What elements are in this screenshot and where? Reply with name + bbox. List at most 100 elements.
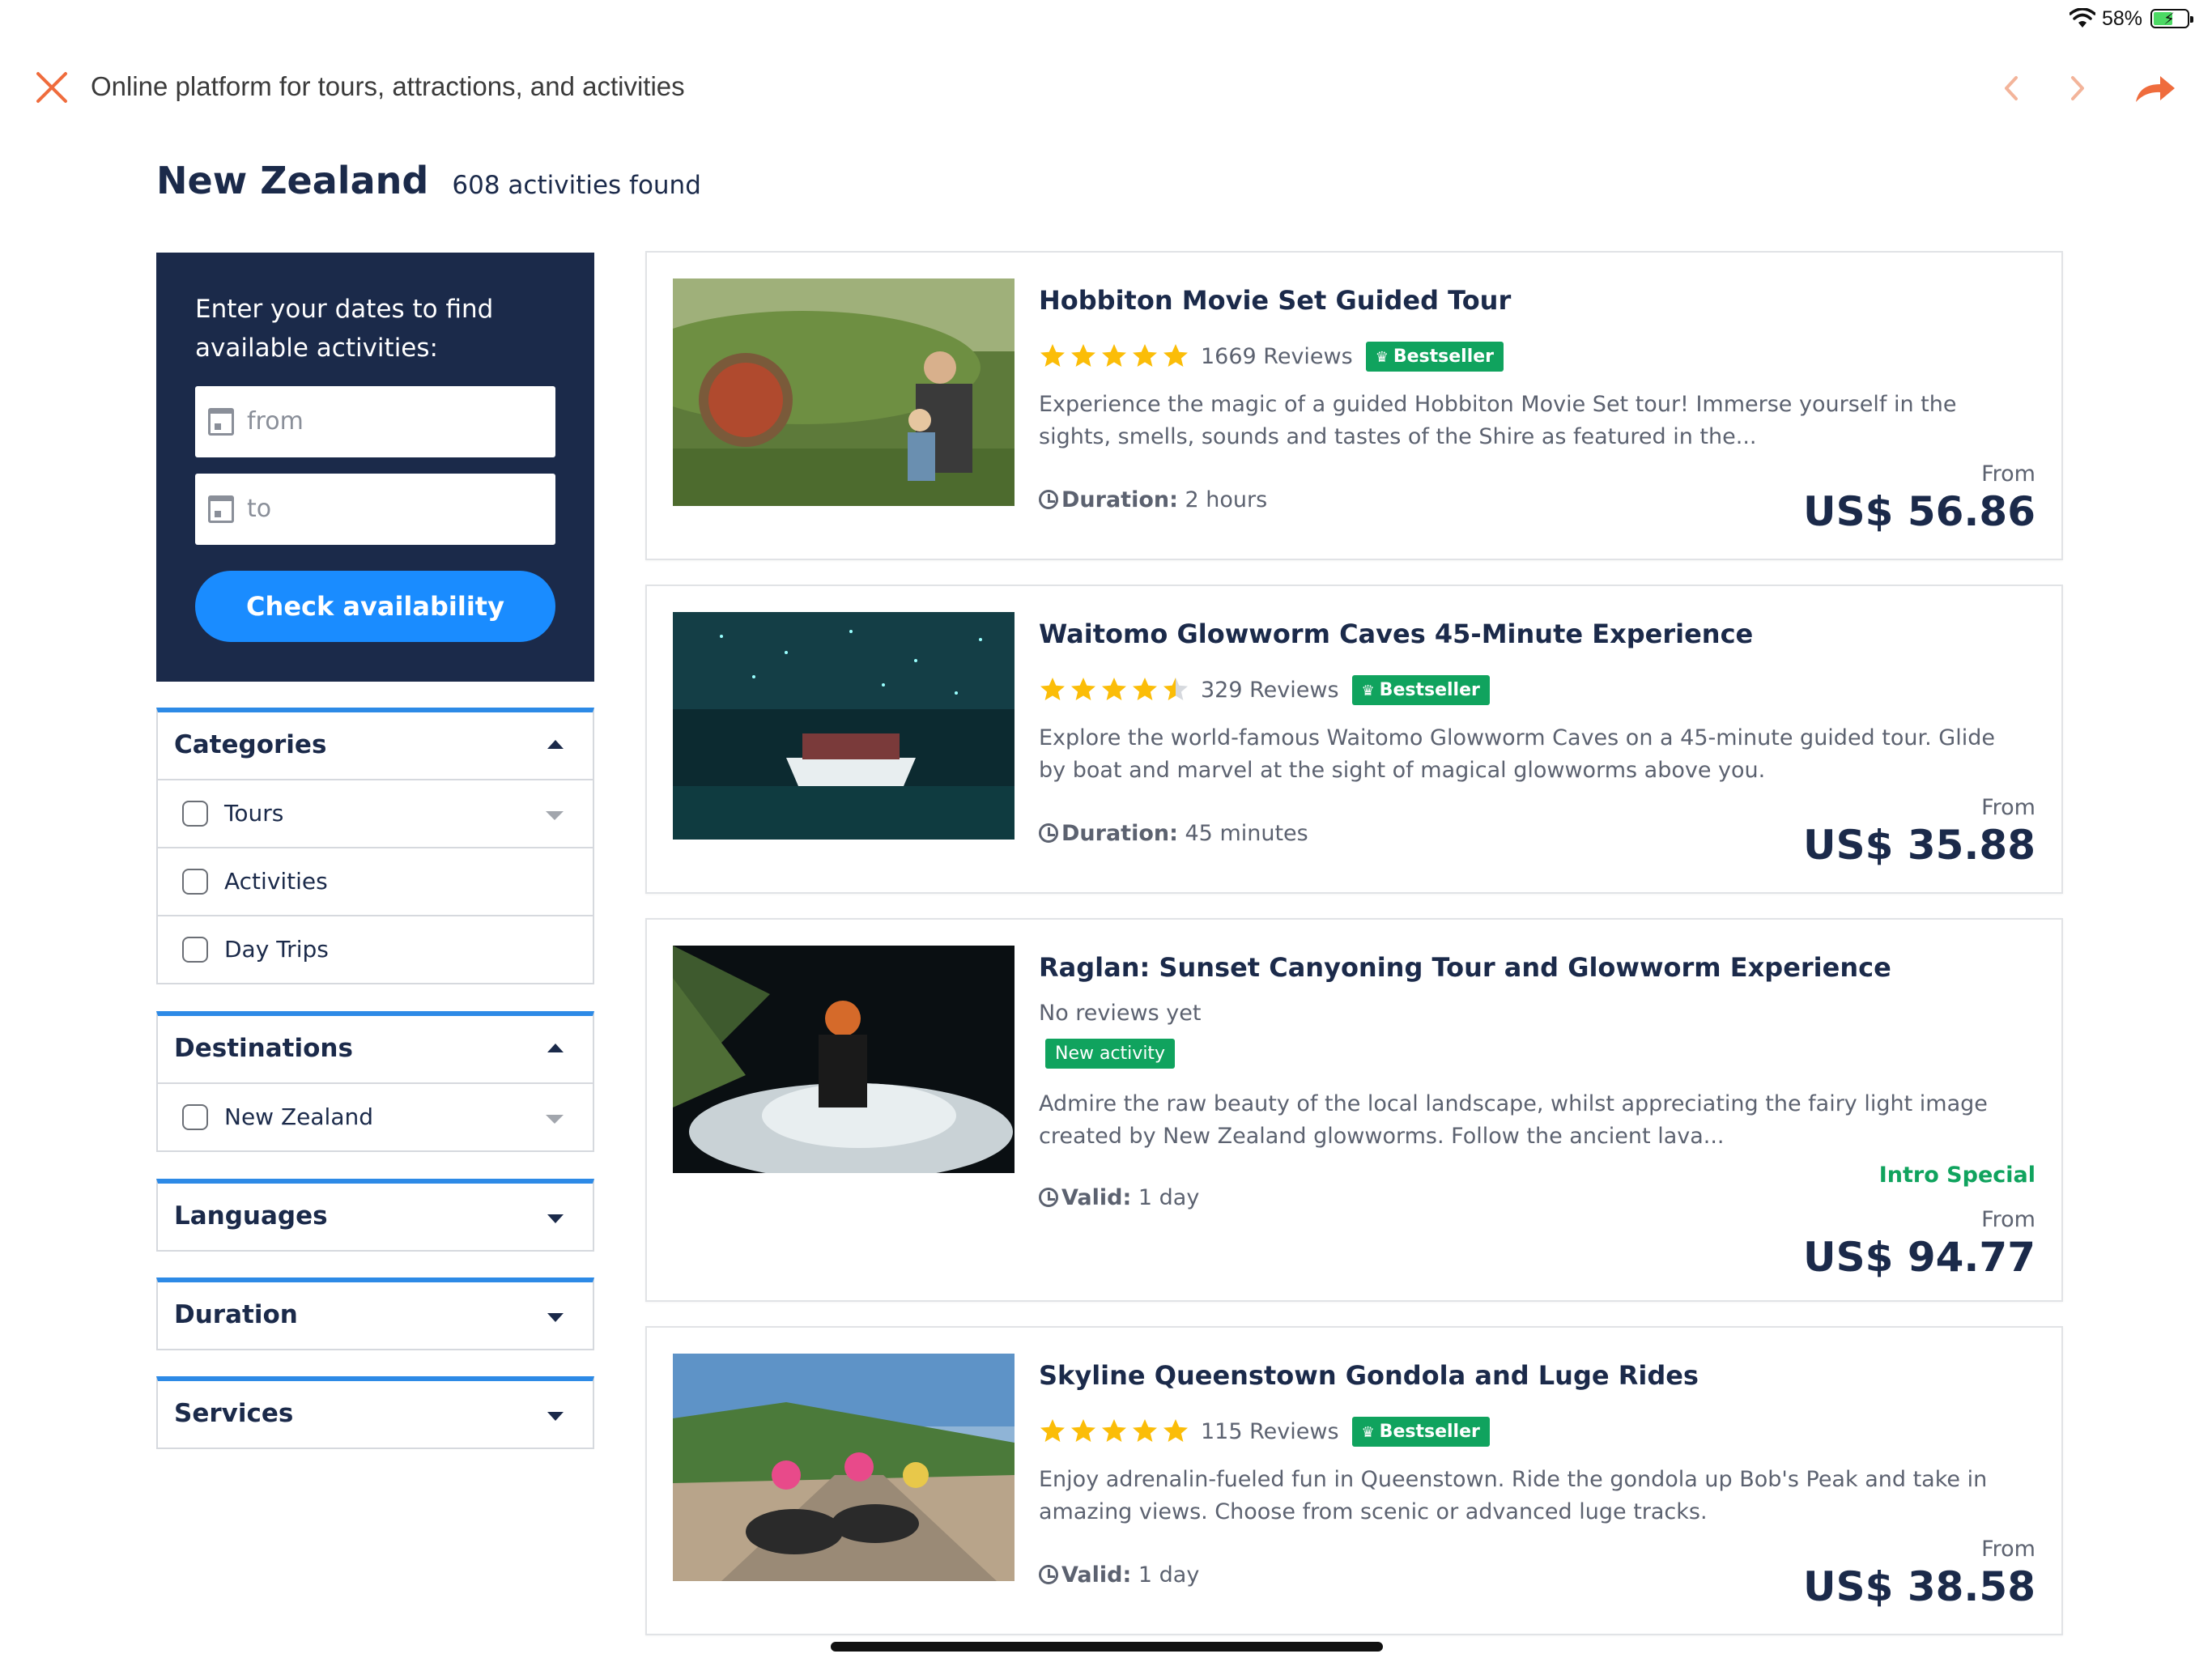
star-rating bbox=[1039, 1418, 1189, 1445]
activity-image-canyoning bbox=[673, 946, 1015, 1173]
review-count: 329 Reviews bbox=[1201, 677, 1339, 703]
from-date-field[interactable]: from bbox=[195, 386, 555, 457]
star-icon bbox=[1102, 1419, 1126, 1442]
filter-languages-header[interactable]: Languages bbox=[158, 1184, 593, 1250]
checkbox[interactable] bbox=[182, 1104, 208, 1130]
filter-option-label: Activities bbox=[224, 868, 328, 895]
star-rating bbox=[1039, 342, 1189, 370]
star-icon bbox=[1133, 1419, 1157, 1442]
filter-option-label: Day Trips bbox=[224, 936, 329, 963]
filter-services-header[interactable]: Services bbox=[158, 1381, 593, 1448]
filter-title: Duration bbox=[174, 1300, 298, 1329]
price: US$ 35.88 bbox=[1803, 822, 2035, 869]
activity-title[interactable]: Raglan: Sunset Canyoning Tour and Glowwo… bbox=[1039, 952, 2035, 983]
activity-image-glowworm-caves bbox=[673, 612, 1015, 840]
star-icon bbox=[1071, 344, 1095, 367]
star-icon bbox=[1040, 344, 1065, 367]
star-icon bbox=[1102, 344, 1126, 367]
chevron-down-icon[interactable] bbox=[546, 1115, 564, 1124]
filter-duration-header[interactable]: Duration bbox=[158, 1282, 593, 1349]
close-icon[interactable] bbox=[32, 68, 71, 107]
filter-option-label: New Zealand bbox=[224, 1103, 373, 1130]
review-count: 1669 Reviews bbox=[1201, 343, 1353, 369]
star-icon bbox=[1071, 1419, 1095, 1442]
price-from-label: From bbox=[1981, 795, 2035, 820]
price: US$ 56.86 bbox=[1803, 488, 2035, 535]
activity-info: Hobbiton Movie Set Guided Tour 1669 Revi… bbox=[1039, 285, 2035, 453]
back-chevron-icon[interactable] bbox=[1992, 68, 2032, 108]
price-box: From US$ 35.88 bbox=[1803, 795, 2035, 869]
activity-description: Experience the magic of a guided Hobbito… bbox=[1039, 392, 1957, 449]
forward-chevron-icon[interactable] bbox=[2057, 68, 2097, 108]
battery-icon: ⚡ bbox=[2150, 9, 2193, 28]
activity-description: Admire the raw beauty of the local lands… bbox=[1039, 1091, 1988, 1149]
clock-icon bbox=[1039, 1188, 1058, 1207]
star-icon bbox=[1163, 344, 1188, 367]
activity-info: Skyline Queenstown Gondola and Luge Ride… bbox=[1039, 1360, 2035, 1528]
caret-up-icon bbox=[547, 1044, 564, 1052]
activity-title[interactable]: Waitomo Glowworm Caves 45-Minute Experie… bbox=[1039, 619, 2035, 649]
rating-row: 1669 Reviews ♛ Bestseller bbox=[1039, 340, 2035, 372]
home-indicator bbox=[831, 1642, 1383, 1652]
filter-title: Languages bbox=[174, 1201, 328, 1231]
activity-validity: Valid: 1 day bbox=[1039, 1185, 1199, 1210]
crown-icon: ♛ bbox=[1375, 348, 1389, 366]
filter-title: Categories bbox=[174, 730, 327, 759]
filter-languages: Languages bbox=[156, 1179, 594, 1252]
activity-duration: Duration: 2 hours bbox=[1039, 487, 1267, 512]
crown-icon: ♛ bbox=[1361, 682, 1375, 699]
activity-title[interactable]: Hobbiton Movie Set Guided Tour bbox=[1039, 285, 2035, 316]
to-date-field[interactable]: to bbox=[195, 474, 555, 545]
filter-duration: Duration bbox=[156, 1278, 594, 1350]
filter-title: Destinations bbox=[174, 1034, 353, 1063]
price-from-label: From bbox=[1981, 1537, 2035, 1562]
filter-option-new-zealand: New Zealand bbox=[158, 1082, 593, 1150]
activity-card[interactable]: Raglan: Sunset Canyoning Tour and Glowwo… bbox=[645, 918, 2063, 1302]
activity-card[interactable]: Skyline Queenstown Gondola and Luge Ride… bbox=[645, 1326, 2063, 1635]
results-heading: New Zealand 608 activities found bbox=[156, 159, 701, 202]
star-icon bbox=[1071, 678, 1095, 700]
star-icon bbox=[1040, 678, 1065, 700]
star-icon bbox=[1163, 1419, 1188, 1442]
filter-destinations: Destinations New Zealand bbox=[156, 1011, 594, 1152]
date-search-panel: Enter your dates to find available activ… bbox=[156, 253, 594, 682]
wifi-icon bbox=[2069, 8, 2095, 28]
price-from-label: From bbox=[1981, 1207, 2035, 1232]
activity-info: Raglan: Sunset Canyoning Tour and Glowwo… bbox=[1039, 952, 2035, 1153]
status-bar: 58% ⚡ bbox=[1888, 0, 2212, 39]
check-availability-button[interactable]: Check availability bbox=[195, 571, 555, 642]
filter-option-activities: Activities bbox=[158, 847, 593, 915]
calendar-icon bbox=[208, 495, 234, 523]
intro-special-label: Intro Special bbox=[1878, 1163, 2035, 1188]
results-count: 608 activities found bbox=[452, 171, 701, 200]
caret-down-icon bbox=[547, 1412, 564, 1421]
chevron-down-icon[interactable] bbox=[546, 811, 564, 820]
checkbox[interactable] bbox=[182, 869, 208, 895]
price: US$ 38.58 bbox=[1803, 1563, 2035, 1610]
page-title: New Zealand bbox=[156, 159, 429, 202]
calendar-icon bbox=[208, 408, 234, 436]
activity-duration: Duration: 45 minutes bbox=[1039, 821, 1308, 846]
activity-validity: Valid: 1 day bbox=[1039, 1562, 1199, 1588]
checkbox[interactable] bbox=[182, 801, 208, 827]
activity-card[interactable]: Waitomo Glowworm Caves 45-Minute Experie… bbox=[645, 585, 2063, 894]
review-count: 115 Reviews bbox=[1201, 1418, 1339, 1444]
price-from-label: From bbox=[1981, 461, 2035, 487]
new-activity-badge: New activity bbox=[1045, 1039, 1176, 1069]
date-prompt: Enter your dates to find available activ… bbox=[195, 295, 494, 363]
caret-down-icon bbox=[547, 1313, 564, 1322]
share-icon[interactable] bbox=[2131, 68, 2180, 108]
filter-destinations-header[interactable]: Destinations bbox=[158, 1016, 593, 1082]
activity-info: Waitomo Glowworm Caves 45-Minute Experie… bbox=[1039, 619, 2035, 787]
price-box: From US$ 38.58 bbox=[1803, 1537, 2035, 1610]
activity-title[interactable]: Skyline Queenstown Gondola and Luge Ride… bbox=[1039, 1360, 2035, 1391]
no-reviews-label: No reviews yet bbox=[1039, 1001, 1202, 1026]
clock-icon bbox=[1039, 490, 1058, 509]
filter-categories-header[interactable]: Categories bbox=[158, 712, 593, 779]
checkbox[interactable] bbox=[182, 937, 208, 963]
filter-categories: Categories Tours Activities Day Trips bbox=[156, 708, 594, 984]
activity-card[interactable]: Hobbiton Movie Set Guided Tour 1669 Revi… bbox=[645, 251, 2063, 560]
price-box: From US$ 56.86 bbox=[1803, 461, 2035, 535]
activity-image-hobbiton bbox=[673, 278, 1015, 506]
top-nav: Online platform for tours, attractions, … bbox=[0, 57, 2212, 121]
